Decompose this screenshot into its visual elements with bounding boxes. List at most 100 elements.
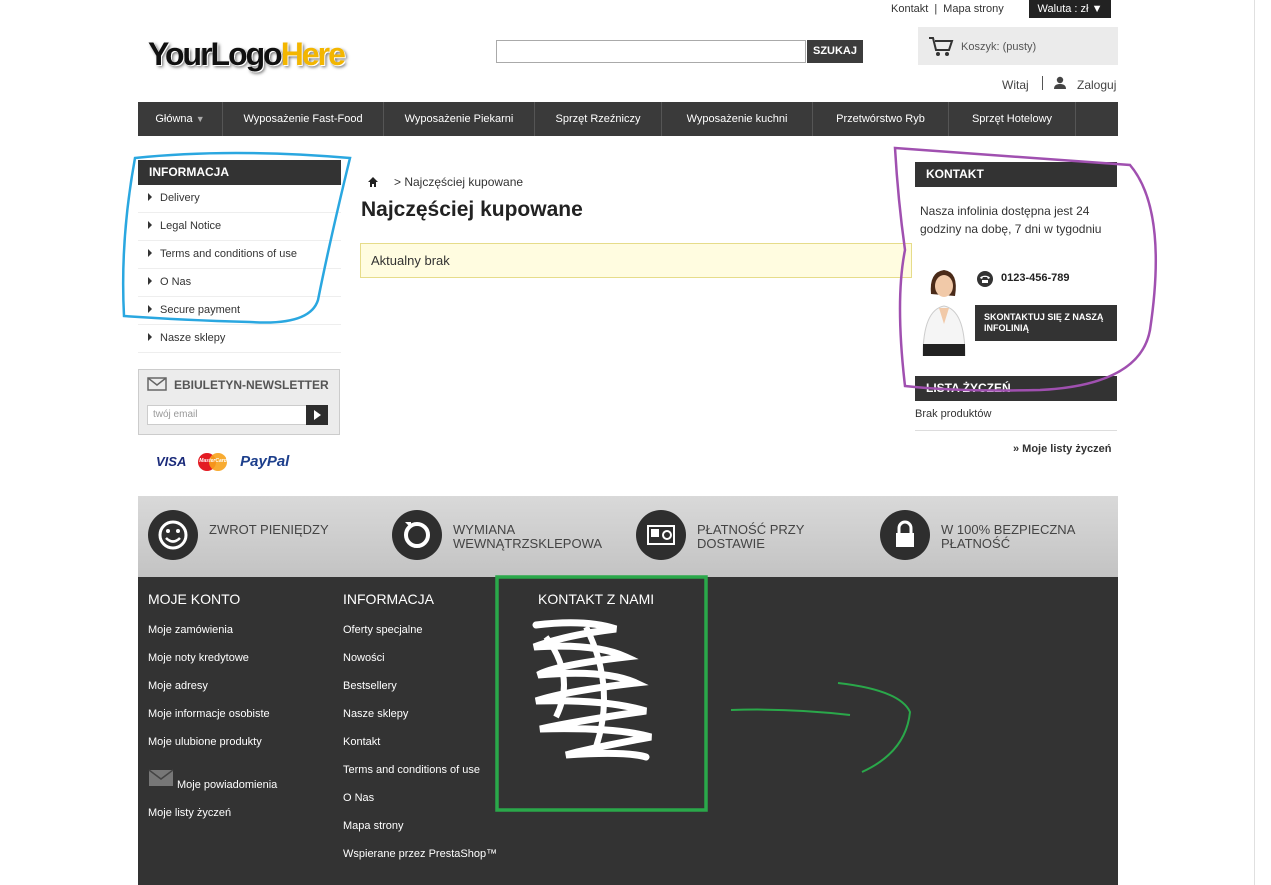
- footer-info-title: INFORMACJA: [343, 591, 434, 607]
- empty-alert: Aktualny brak: [360, 243, 912, 278]
- header-divider: [1042, 76, 1043, 90]
- chevron-down-icon: ▼: [1091, 3, 1103, 15]
- nav-item-kitchen[interactable]: Wyposażenie kuchni: [662, 102, 813, 136]
- wishlist-empty: Brak produktów: [915, 408, 992, 420]
- paypal-logo: PayPal: [240, 453, 290, 470]
- info-item-terms[interactable]: Terms and conditions of use: [138, 241, 341, 269]
- cart-box[interactable]: Koszyk: (pusty): [918, 27, 1118, 65]
- footer-info-specials[interactable]: Oferty specjalne: [343, 624, 422, 636]
- info-item-delivery[interactable]: Delivery: [138, 185, 341, 213]
- logo[interactable]: YourLogoHere: [148, 36, 346, 73]
- bullet-icon: [148, 193, 152, 201]
- footer-account-addresses[interactable]: Moje adresy: [148, 680, 208, 692]
- bullet-icon: [148, 221, 152, 229]
- top-link-sitemap[interactable]: Mapa strony: [943, 3, 1004, 15]
- login-link[interactable]: Zaloguj: [1077, 78, 1116, 92]
- support-agent-image: [919, 264, 969, 361]
- envelope-icon: [147, 377, 167, 396]
- info-item-label: Terms and conditions of use: [160, 248, 297, 260]
- divider: [915, 430, 1117, 431]
- visa-logo: VISA: [156, 454, 187, 469]
- cart-label: Koszyk: (pusty): [961, 41, 1037, 53]
- info-item-legal[interactable]: Legal Notice: [138, 213, 341, 241]
- footer-account-favorites[interactable]: Moje ulubione produkty: [148, 736, 262, 748]
- reassurance-cod: PŁATNOŚĆ PRZY DOSTAWIE: [697, 522, 805, 551]
- top-link-kontakt[interactable]: Kontakt: [891, 3, 928, 15]
- chevron-down-icon: ▼: [195, 114, 205, 124]
- refresh-icon: [392, 510, 442, 560]
- footer-account-info[interactable]: Moje informacje osobiste: [148, 708, 270, 720]
- envelope-icon: [148, 769, 174, 792]
- info-list: Delivery Legal Notice Terms and conditio…: [138, 185, 341, 353]
- logo-part-1: YourLogo: [148, 36, 283, 72]
- wishlist-link[interactable]: » Moje listy życzeń: [1013, 443, 1111, 455]
- bullet-icon: [148, 277, 152, 285]
- info-item-about[interactable]: O Nas: [138, 269, 341, 297]
- phone-number: 0123-456-789: [1001, 272, 1070, 284]
- bullet-icon: [148, 305, 152, 313]
- info-item-label: O Nas: [160, 276, 192, 288]
- footer-account-title: MOJE KONTO: [148, 591, 241, 607]
- nav-item-fish[interactable]: Przetwórstwo Ryb: [813, 102, 949, 136]
- home-icon[interactable]: [367, 175, 379, 193]
- card-icon: [636, 510, 686, 560]
- nav-item-butcher[interactable]: Sprzęt Rzeźniczy: [535, 102, 662, 136]
- footer-account-wishlists[interactable]: Moje listy życzeń: [148, 807, 231, 819]
- footer: MOJE KONTO Moje zamówienia Moje noty kre…: [138, 577, 1118, 885]
- wishlist-block: LISTA ŻYCZEŃ: [915, 376, 1117, 401]
- nav-item-home[interactable]: Główna ▼: [138, 102, 223, 136]
- footer-info-contact[interactable]: Kontakt: [343, 736, 380, 748]
- info-block: INFORMACJA Delivery Legal Notice Terms a…: [138, 160, 341, 353]
- footer-info-prestashop[interactable]: Wspierane przez PrestaShop™: [343, 848, 497, 860]
- footer-info-bestsellers[interactable]: Bestsellery: [343, 680, 397, 692]
- reassurance-exchange: WYMIANA WEWNĄTRZSKLEPOWA: [453, 522, 603, 551]
- play-icon: [314, 410, 321, 420]
- nav-item-bakery[interactable]: Wyposażenie Piekarni: [384, 102, 535, 136]
- user-icon: [1053, 76, 1067, 95]
- welcome-text: Witaj: [1002, 78, 1029, 92]
- nav-item-hotel[interactable]: Sprzęt Hotelowy: [949, 102, 1076, 136]
- contact-block-title: KONTAKT: [915, 162, 1117, 187]
- wishlist-title: LISTA ŻYCZEŃ: [915, 376, 1117, 401]
- footer-account-alerts[interactable]: Moje powiadomienia: [177, 779, 277, 791]
- footer-account-credit[interactable]: Moje noty kredytowe: [148, 652, 249, 664]
- info-item-secure-payment[interactable]: Secure payment: [138, 297, 341, 325]
- info-item-label: Legal Notice: [160, 220, 222, 232]
- footer-info-stores[interactable]: Nasze sklepy: [343, 708, 408, 720]
- bullet-icon: [148, 333, 152, 341]
- footer-info-terms[interactable]: Terms and conditions of use: [343, 764, 480, 776]
- footer-info-new[interactable]: Nowości: [343, 652, 385, 664]
- search-input[interactable]: [496, 40, 806, 63]
- newsletter-submit-button[interactable]: [306, 405, 328, 425]
- footer-info-about[interactable]: O Nas: [343, 792, 374, 804]
- footer-contact-title: KONTAKT Z NAMI: [538, 591, 655, 607]
- breadcrumb: > Najczęściej kupowane: [394, 175, 524, 189]
- lock-icon: [880, 510, 930, 560]
- payment-logos: VISA MasterCard PayPal: [156, 453, 290, 472]
- contact-hotline-label: SKONTAKTUJ SIĘ Z NASZĄ INFOLINIĄ: [984, 312, 1104, 333]
- contact-text: Nasza infolinia dostępna jest 24 godziny…: [920, 204, 1102, 236]
- cart-icon: [928, 36, 954, 61]
- reassurance-secure: W 100% BEZPIECZNA PŁATNOŚĆ: [941, 522, 1075, 551]
- top-links: Kontakt | Mapa strony: [891, 3, 1004, 15]
- reassurance-band: ZWROT PIENIĘDZY WYMIANA WEWNĄTRZSKLEPOWA…: [138, 496, 1118, 577]
- newsletter-title: EBIULETYN-NEWSLETTER: [174, 378, 329, 392]
- newsletter-email-input[interactable]: twój email: [147, 405, 312, 425]
- mastercard-logo: MasterCard: [198, 453, 228, 472]
- page-title: Najczęściej kupowane: [361, 198, 583, 221]
- currency-selector[interactable]: Waluta : zł ▼: [1029, 0, 1111, 18]
- nav-item-fastfood[interactable]: Wyposażenie Fast-Food: [223, 102, 384, 136]
- info-item-label: Delivery: [160, 192, 200, 204]
- breadcrumb-current: Najczęściej kupowane: [404, 175, 524, 189]
- logo-part-2: Here: [280, 36, 346, 72]
- footer-account-orders[interactable]: Moje zamówienia: [148, 624, 233, 636]
- newsletter-block: EBIULETYN-NEWSLETTER twój email: [138, 369, 340, 435]
- nav-label: Główna: [155, 113, 193, 125]
- footer-info-sitemap[interactable]: Mapa strony: [343, 820, 404, 832]
- contact-hotline-button[interactable]: SKONTAKTUJ SIĘ Z NASZĄ INFOLINIĄ: [975, 305, 1117, 341]
- bullet-icon: [148, 249, 152, 257]
- scrollbar[interactable]: [1254, 0, 1271, 885]
- info-item-stores[interactable]: Nasze sklepy: [138, 325, 341, 353]
- search-button[interactable]: SZUKAJ: [807, 40, 863, 63]
- contact-block: KONTAKT: [915, 162, 1117, 187]
